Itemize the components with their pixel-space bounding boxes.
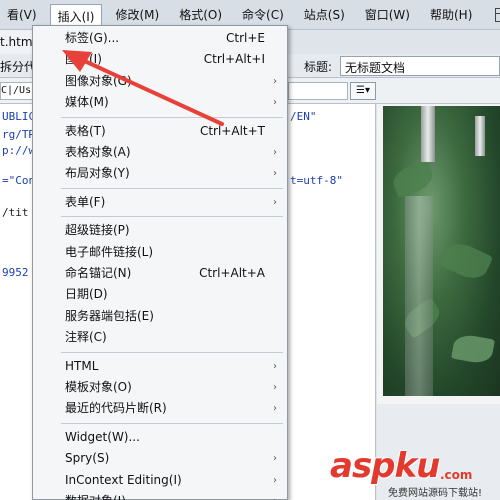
menu-item-shortcut: Ctrl+Alt+A <box>199 266 265 280</box>
address-field-secondary[interactable] <box>288 82 348 100</box>
menu-item[interactable]: 媒体(M) › <box>33 92 287 113</box>
code-line: p://w <box>2 144 36 157</box>
menu-item[interactable]: 图像对象(G) › <box>33 71 287 92</box>
menu-item-label: 命名锚记(N) <box>65 266 132 280</box>
menu-item-label: 布局对象(Y) <box>65 166 130 181</box>
submenu-arrow-icon: › <box>273 168 277 180</box>
code-line: ="Con <box>2 174 36 187</box>
menu-separator <box>61 422 283 424</box>
watermark-domain: .com <box>440 468 473 482</box>
menu-item[interactable]: 日期(D) <box>33 284 287 305</box>
menu-help[interactable]: 帮助(H) <box>423 4 479 26</box>
submenu-arrow-icon: › <box>273 474 277 486</box>
menu-separator <box>61 116 283 118</box>
code-line: /EN" <box>290 110 317 123</box>
view-options-icon[interactable]: ☰▾ <box>350 82 376 100</box>
submenu-arrow-icon: › <box>273 453 277 465</box>
menu-site[interactable]: 站点(S) <box>297 4 352 26</box>
title-label: 标题: <box>304 60 333 74</box>
menu-item[interactable]: 命名锚记(N) Ctrl+Alt+A <box>33 263 287 284</box>
code-line: rg/TR <box>2 128 36 141</box>
submenu-arrow-icon: › <box>273 97 277 109</box>
inserted-photo <box>383 106 500 396</box>
menu-item[interactable]: InContext Editing(I) › <box>33 470 287 491</box>
document-title-field[interactable]: 无标题文档 <box>340 56 500 76</box>
menu-item[interactable]: 标签(G)... Ctrl+E <box>33 28 287 49</box>
menu-item-label: 图像对象(G) <box>65 73 132 88</box>
watermark-slogan: 免费网站源码下载站! <box>388 488 483 499</box>
document-tab[interactable]: t.html* <box>0 30 34 54</box>
menu-item[interactable]: HTML › <box>33 356 287 377</box>
menu-item-label: 图像(I) <box>65 52 102 67</box>
submenu-arrow-icon: › <box>273 196 277 208</box>
menu-item-label: 日期(D) <box>65 287 108 302</box>
menu-item[interactable]: 数据对象(J) › <box>33 491 287 500</box>
submenu-arrow-icon: › <box>273 147 277 158</box>
menu-item-label: 表格(T) <box>65 123 106 138</box>
submenu-arrow-icon: › <box>273 403 277 415</box>
menu-item[interactable]: 超级链接(P) <box>33 220 287 241</box>
menu-item[interactable]: 表格(T) Ctrl+Alt+T <box>33 121 287 142</box>
menu-item-label: Spry(S) <box>65 451 110 466</box>
menu-item[interactable]: 布局对象(Y) › <box>33 163 287 184</box>
menu-item[interactable]: 模板对象(O) › <box>33 377 287 398</box>
menu-item[interactable]: 图像(I) Ctrl+Alt+I <box>33 49 287 70</box>
watermark-logo: aspku .com 免费网站源码下载站! <box>330 446 500 500</box>
menu-separator <box>61 187 283 189</box>
address-field[interactable]: C|/Us <box>0 82 34 100</box>
menu-item-label: HTML <box>65 358 99 373</box>
code-line: t=utf-8" <box>290 174 343 187</box>
menu-item-label: 注释(C) <box>65 330 107 345</box>
menu-item[interactable]: Spry(S) › <box>33 448 287 469</box>
menu-item-label: 表格对象(A) <box>65 145 131 159</box>
menu-separator <box>61 351 283 353</box>
split-code-button[interactable]: 拆分代码 <box>0 58 34 75</box>
submenu-arrow-icon: › <box>273 382 277 393</box>
workspace-switcher[interactable]: ▼ <box>495 7 500 22</box>
menu-format[interactable]: 格式(O) <box>172 4 229 26</box>
code-line: /tit <box>2 206 29 219</box>
menu-item[interactable]: 电子邮件链接(L) <box>33 242 287 263</box>
menu-item-shortcut: Ctrl+E <box>226 31 265 45</box>
menu-separator <box>61 216 283 218</box>
menu-item-label: 标签(G)... <box>65 31 120 45</box>
design-view[interactable] <box>377 104 500 500</box>
menu-item-label: 电子邮件链接(L) <box>65 244 154 259</box>
menu-item-label: 服务器端包括(E) <box>65 308 154 323</box>
menu-item-label: Widget(W)... <box>65 429 140 444</box>
menu-item[interactable]: Widget(W)... <box>33 427 287 448</box>
menu-item-label: 超级链接(P) <box>65 223 130 238</box>
menu-item[interactable]: 服务器端包括(E) <box>33 306 287 327</box>
menu-item-label: 数据对象(J) <box>65 491 126 500</box>
layout-grid-icon <box>495 7 500 22</box>
code-line: 9952 <box>2 266 29 279</box>
menu-item[interactable]: 表单(F) › <box>33 192 287 213</box>
menu-item[interactable]: 最近的代码片断(R) › <box>33 398 287 419</box>
menu-item[interactable]: 表格对象(A) › <box>33 142 287 163</box>
menu-item-label: InContext Editing(I) <box>65 472 182 487</box>
menu-window[interactable]: 窗口(W) <box>358 4 417 26</box>
menu-commands[interactable]: 命令(C) <box>235 4 291 26</box>
submenu-arrow-icon: › <box>273 75 277 87</box>
submenu-arrow-icon: › <box>273 491 277 500</box>
menu-item-label: 模板对象(O) <box>65 380 132 394</box>
menu-item-shortcut: Ctrl+Alt+I <box>203 52 265 67</box>
menu-modify[interactable]: 修改(M) <box>108 4 166 26</box>
code-line: UBLIC <box>2 110 36 123</box>
submenu-arrow-icon: › <box>273 360 277 372</box>
menu-item-label: 媒体(M) <box>65 95 109 110</box>
menu-view[interactable]: 看(V) <box>0 4 44 26</box>
menu-item[interactable]: 注释(C) <box>33 327 287 348</box>
watermark-brand: aspku <box>330 446 440 486</box>
menu-item-label: 表单(F) <box>65 194 106 209</box>
menu-item-label: 最近的代码片断(R) <box>65 401 167 416</box>
menu-item-shortcut: Ctrl+Alt+T <box>199 123 265 138</box>
insert-menu-dropdown: 标签(G)... Ctrl+E 图像(I) Ctrl+Alt+I 图像对象(G) › 媒体(… <box>32 25 288 500</box>
